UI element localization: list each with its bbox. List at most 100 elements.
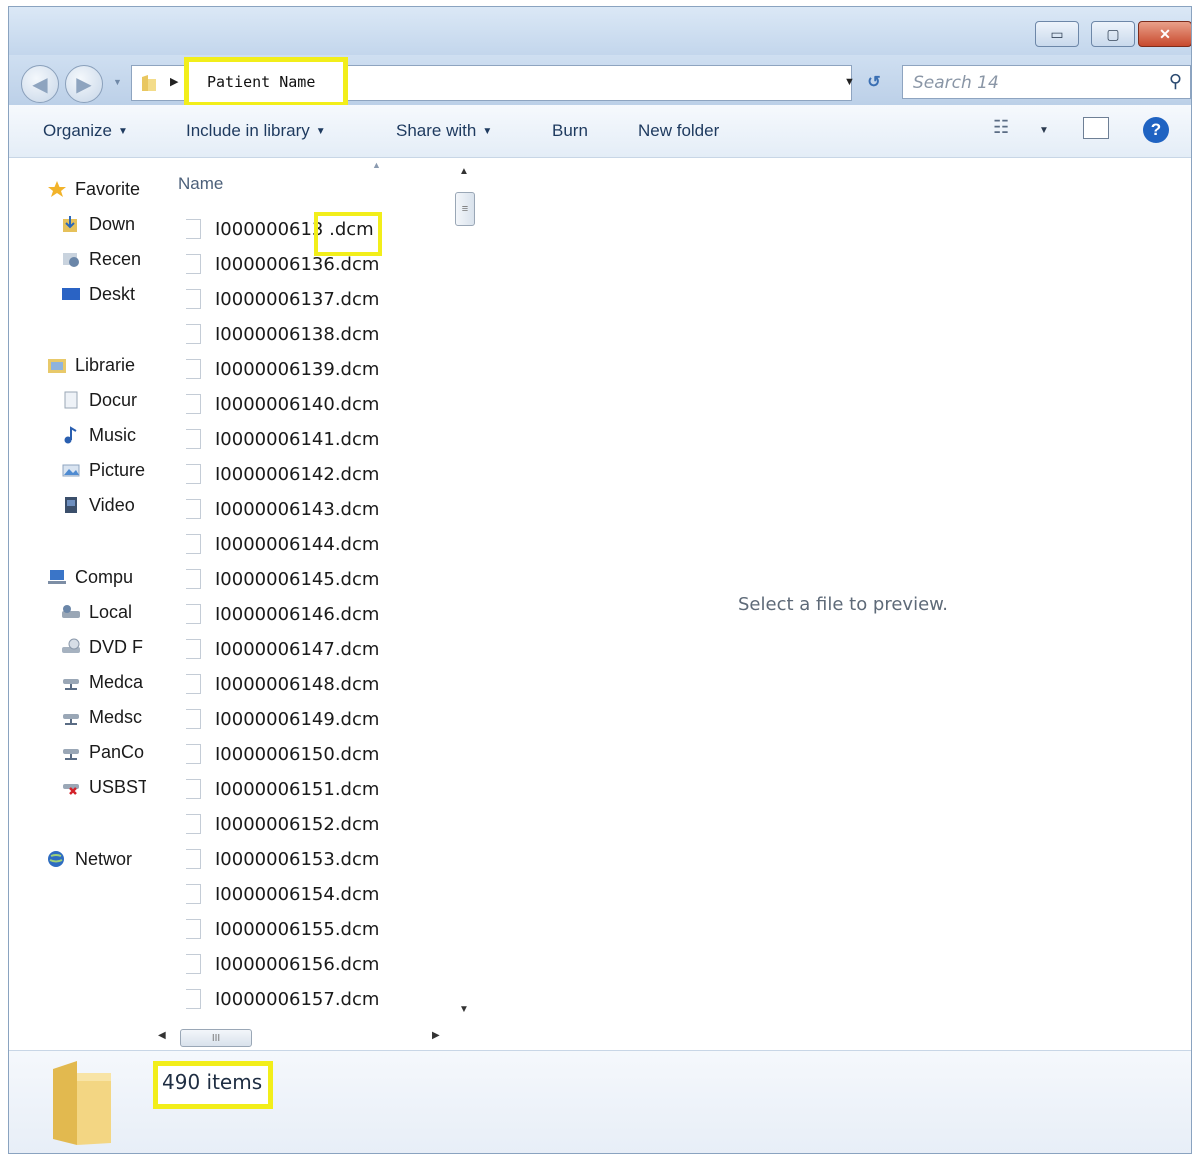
scroll-thumb[interactable]: ≡ xyxy=(455,192,475,226)
nav-item-network-drive-usbst[interactable]: USBST xyxy=(61,772,146,802)
file-row[interactable]: I0000006141.dcm xyxy=(186,424,379,454)
nav-label: Medsc xyxy=(89,706,143,727)
views-icon[interactable]: ☷ xyxy=(993,117,1009,138)
file-name: I0000006155.dcm xyxy=(215,918,380,940)
file-icon xyxy=(186,744,201,764)
file-row[interactable]: I0000006151.dcm xyxy=(186,774,379,804)
help-icon[interactable]: ? xyxy=(1143,117,1169,143)
file-row[interactable]: I000000613 .dcm xyxy=(186,214,374,244)
nav-label: Deskt xyxy=(89,283,136,304)
file-row[interactable]: I0000006146.dcm xyxy=(186,599,379,629)
nav-item-recent[interactable]: Recen xyxy=(61,244,141,274)
new-folder-button[interactable]: New folder xyxy=(638,121,719,141)
search-icon[interactable]: ⚲ xyxy=(1169,71,1182,92)
file-row[interactable]: I0000006136.dcm xyxy=(186,249,379,279)
file-icon xyxy=(186,604,201,624)
preview-pane-icon[interactable] xyxy=(1083,117,1109,139)
organize-label: Organize xyxy=(43,121,112,140)
column-header-name[interactable]: Name xyxy=(178,174,223,194)
share-with-button[interactable]: Share with ▼ xyxy=(396,121,492,141)
scroll-down-icon[interactable]: ▼ xyxy=(459,1004,469,1015)
file-row[interactable]: I0000006139.dcm xyxy=(186,354,379,384)
file-row[interactable]: I0000006155.dcm xyxy=(186,914,379,944)
back-button[interactable]: ◀ xyxy=(21,65,59,103)
address-bar[interactable]: ▶ Patient Name ▼ xyxy=(131,57,855,107)
nav-item-pictures[interactable]: Picture xyxy=(61,455,145,485)
nav-item-videos[interactable]: Video xyxy=(61,490,135,520)
file-name: I0000006141.dcm xyxy=(215,428,380,450)
file-icon xyxy=(186,674,201,694)
vertical-scrollbar[interactable]: ▲ ≡ ▼ xyxy=(455,162,477,1018)
scroll-up-icon[interactable]: ▲ xyxy=(459,166,469,177)
nav-item-libraries[interactable]: Librarie xyxy=(47,350,135,380)
file-name: I0000006154.dcm xyxy=(215,883,380,905)
file-row[interactable]: I0000006150.dcm xyxy=(186,739,379,769)
file-icon xyxy=(186,639,201,659)
organize-button[interactable]: Organize ▼ xyxy=(43,121,128,141)
file-row[interactable]: I0000006156.dcm xyxy=(186,949,379,979)
nav-item-network-drive-medsc[interactable]: Medsc xyxy=(61,702,142,732)
file-row[interactable]: I0000006154.dcm xyxy=(186,879,379,909)
nav-label: Down xyxy=(89,213,136,234)
item-count: 490 items xyxy=(153,1061,273,1109)
nav-item-music[interactable]: Music xyxy=(61,420,136,450)
nav-label: Recen xyxy=(89,248,142,269)
file-row[interactable]: I0000006140.dcm xyxy=(186,389,379,419)
nav-item-local-disk[interactable]: Local xyxy=(61,597,132,627)
search-placeholder: Search 14 xyxy=(913,73,999,93)
close-button[interactable]: ✕ xyxy=(1138,21,1191,47)
file-icon xyxy=(186,499,201,519)
explorer-window: ▭ ▢ ✕ ◀ ▶ ▼ ▶ Patient Name ▼ ↺ Search 14… xyxy=(8,6,1192,1154)
recent-locations-dropdown[interactable]: ▼ xyxy=(113,77,122,87)
refresh-button[interactable]: ↺ xyxy=(859,67,889,97)
network-drive-icon xyxy=(63,679,79,690)
file-row[interactable]: I0000006142.dcm xyxy=(186,459,379,489)
views-dropdown-icon[interactable]: ▼ xyxy=(1039,125,1049,136)
file-row[interactable]: I0000006147.dcm xyxy=(186,634,379,664)
file-icon xyxy=(186,954,201,974)
libraries-icon xyxy=(48,359,66,373)
file-row[interactable]: I0000006138.dcm xyxy=(186,319,379,349)
nav-item-documents[interactable]: Docur xyxy=(61,385,137,415)
file-row[interactable]: I0000006145.dcm xyxy=(186,564,379,594)
breadcrumb-patient-name[interactable]: Patient Name xyxy=(184,57,348,107)
burn-button[interactable]: Burn xyxy=(552,121,588,141)
file-row[interactable]: I0000006149.dcm xyxy=(186,704,379,734)
nav-item-downloads[interactable]: Down xyxy=(61,209,135,239)
minimize-button[interactable]: ▭ xyxy=(1035,21,1079,47)
file-row[interactable]: I0000006144.dcm xyxy=(186,529,379,559)
address-dropdown-icon[interactable]: ▼ xyxy=(844,76,855,88)
nav-item-desktop[interactable]: Deskt xyxy=(61,279,135,309)
nav-item-favorites[interactable]: Favorite xyxy=(47,174,140,204)
scroll-right-icon[interactable]: ▶ xyxy=(432,1030,440,1041)
folder-icon xyxy=(53,1061,111,1145)
maximize-button[interactable]: ▢ xyxy=(1091,21,1135,47)
file-row[interactable]: I0000006137.dcm xyxy=(186,284,379,314)
file-icon xyxy=(186,359,201,379)
forward-button[interactable]: ▶ xyxy=(65,65,103,103)
nav-item-network-drive-medca[interactable]: Medca xyxy=(61,667,143,697)
nav-item-network-drive-panco[interactable]: PanCo xyxy=(61,737,144,767)
horizontal-scrollbar[interactable]: ◀ III ▶ xyxy=(146,1026,446,1048)
file-icon xyxy=(186,324,201,344)
file-row[interactable]: I0000006148.dcm xyxy=(186,669,379,699)
nav-item-dvd-drive[interactable]: DVD F xyxy=(61,632,143,662)
file-row[interactable]: I0000006143.dcm xyxy=(186,494,379,524)
file-name: I0000006146.dcm xyxy=(215,603,380,625)
scroll-thumb[interactable]: III xyxy=(180,1029,252,1047)
file-row[interactable]: I0000006152.dcm xyxy=(186,809,379,839)
nav-item-network[interactable]: Networ xyxy=(47,844,132,874)
dvd-drive-icon xyxy=(62,638,80,653)
scroll-left-icon[interactable]: ◀ xyxy=(158,1030,166,1041)
search-input[interactable]: Search 14 ⚲ xyxy=(902,65,1191,99)
nav-item-computer[interactable]: Compu xyxy=(47,562,133,592)
file-icon xyxy=(186,464,201,484)
nav-label: Local xyxy=(89,601,133,622)
breadcrumb-separator-icon[interactable]: ▶ xyxy=(170,75,178,88)
file-name: I0000006142.dcm xyxy=(215,463,380,485)
file-row[interactable]: I0000006157.dcm xyxy=(186,984,379,1014)
network-drive-icon xyxy=(63,749,79,760)
nav-label: Librarie xyxy=(75,354,136,375)
include-in-library-button[interactable]: Include in library ▼ xyxy=(186,121,326,141)
file-row[interactable]: I0000006153.dcm xyxy=(186,844,379,874)
